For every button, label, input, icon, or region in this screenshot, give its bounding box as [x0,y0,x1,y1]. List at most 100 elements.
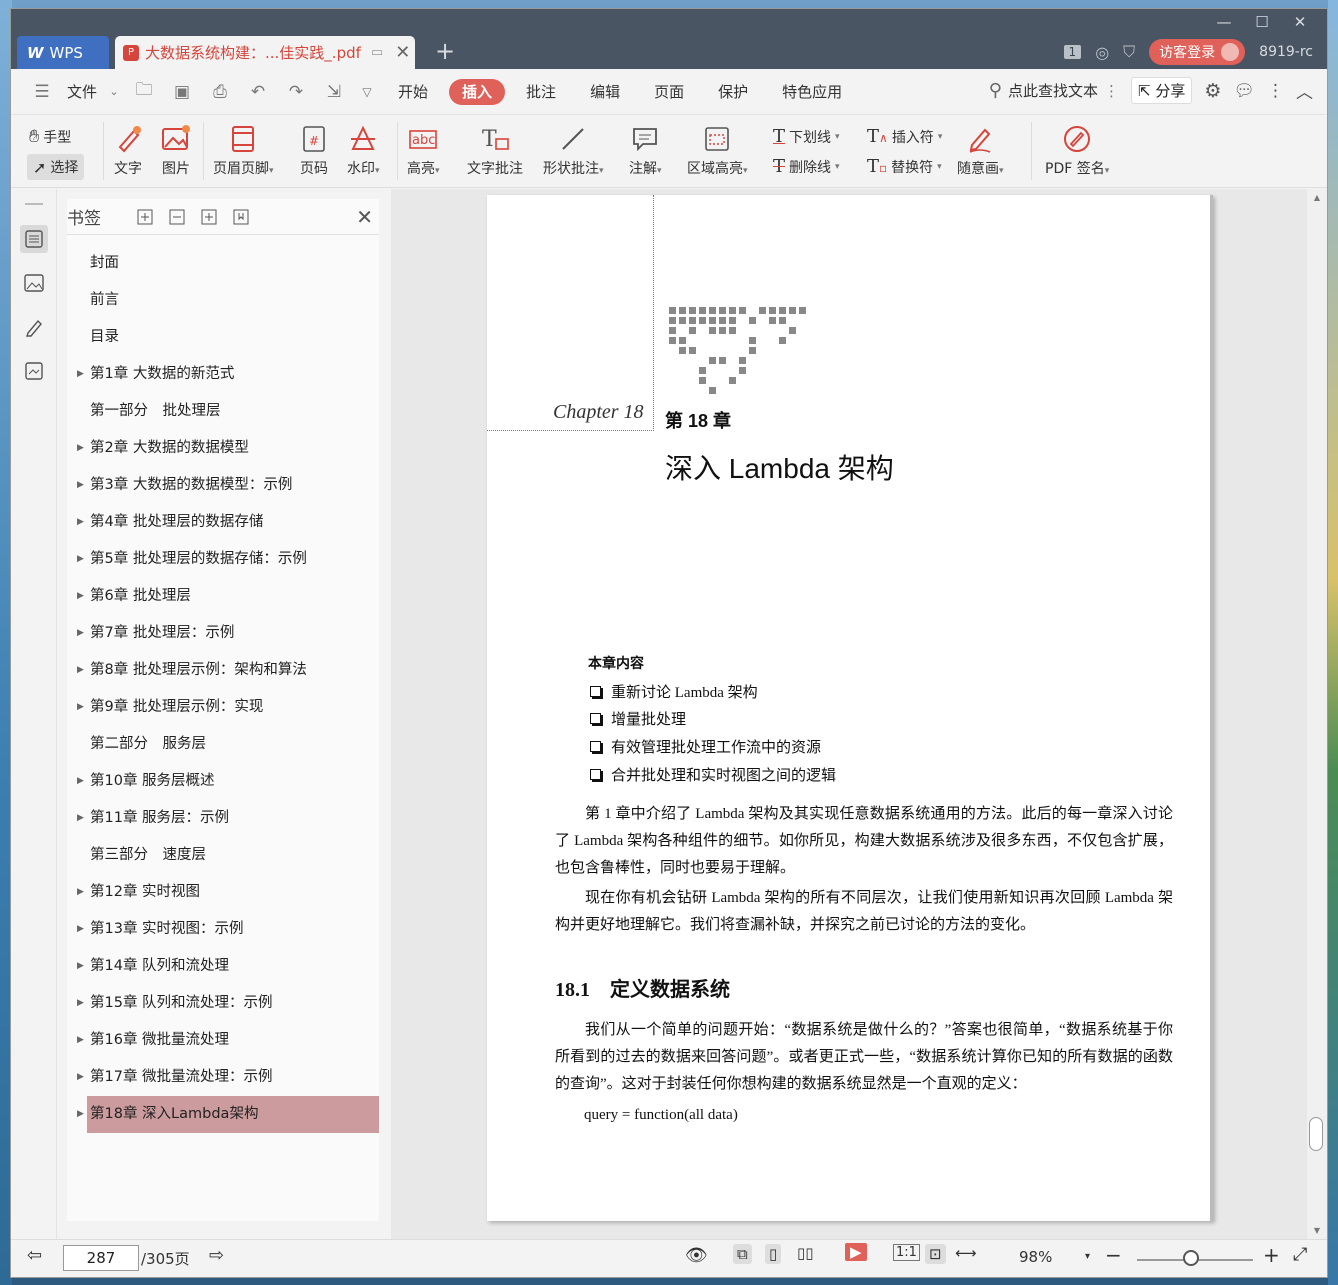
page-number-button[interactable]: # 页码 [299,124,329,178]
expand-arrow-icon[interactable]: ▶ [77,948,84,985]
print-icon[interactable]: ⎙ [205,82,235,102]
annotation-pen-icon[interactable] [20,313,48,341]
expand-arrow-icon[interactable]: ▶ [77,874,84,911]
expand-arrow-icon[interactable]: ▶ [77,911,84,948]
comment-bubble-icon[interactable]: 💬︎ [1233,81,1255,101]
zoom-in-icon[interactable]: + [1263,1243,1280,1267]
header-footer-button[interactable]: 页眉页脚▾ [213,124,274,178]
expand-arrow-icon[interactable]: ▶ [77,689,84,726]
bookmark-item[interactable]: 第三部分 速度层 [67,837,379,874]
window-count-badge[interactable]: 1 [1063,45,1082,59]
bookmark-item[interactable]: 第一部分 批处理层 [67,393,379,430]
bookmark-item[interactable]: ▶ 第11章 服务层：示例 [67,800,379,837]
expand-arrow-icon[interactable]: ▶ [77,430,84,467]
settings-gear-icon[interactable]: ⚙ [1204,80,1221,102]
minimize-button[interactable]: — [1205,11,1243,33]
tab-protect[interactable]: 保护 [705,79,761,105]
share-button[interactable]: ⇱ 分享 [1130,77,1193,104]
bookmark-item[interactable]: ▶ 第7章 批处理层：示例 [67,615,379,652]
shirt-icon[interactable]: ⛉ [1123,42,1135,62]
next-page-icon[interactable]: ⇨ [209,1245,224,1266]
collapse-all-icon[interactable] [161,209,193,225]
previous-page-icon[interactable]: ⇦ [27,1245,42,1266]
expand-arrow-icon[interactable]: ▶ [77,356,84,393]
bookmark-item[interactable]: ▶ 第13章 实时视图：示例 [67,911,379,948]
text-comment-button[interactable]: T 文字批注 [467,124,523,178]
bookmark-item[interactable]: 目录 [67,319,379,356]
bookmark-item[interactable]: ▶ 第10章 服务层概述 [67,763,379,800]
expand-arrow-icon[interactable]: ▶ [77,615,84,652]
export-icon[interactable]: ⇲ [319,82,349,102]
tab-edit[interactable]: 编辑 [577,79,633,105]
bookmark-item[interactable]: ▶ 第8章 批处理层示例：架构和算法 [67,652,379,689]
tab-document[interactable]: P 大数据系统构建：...佳实践_.pdf ▭ ✕ [115,36,415,69]
fullscreen-icon[interactable]: ⤢ [1293,1244,1307,1265]
insert-text-button[interactable]: 文字 [113,124,143,178]
scroll-up-icon[interactable]: ▲ [1307,193,1327,202]
bookmark-item[interactable]: ▶ 第6章 批处理层 [67,578,379,615]
bookmark-item[interactable]: ▶ 第16章 微批量流处理 [67,1022,379,1059]
thumbnail-image-icon[interactable] [20,269,48,297]
expand-arrow-icon[interactable]: ▶ [77,1022,84,1059]
expand-arrow-icon[interactable]: ▶ [77,652,84,689]
expand-all-icon[interactable] [129,209,161,225]
bookmark-item[interactable]: ▶ 第14章 队列和流处理 [67,948,379,985]
strikethrough-button[interactable]: T 删除线 ▾ [773,156,840,177]
bookmark-item[interactable]: ▶ 第18章 深入Lambda架构 [77,1096,379,1133]
undo-icon[interactable]: ↶ [243,82,273,102]
two-page-icon[interactable]: ▯▯ [797,1244,814,1262]
freehand-draw-button[interactable]: 随意画▾ [957,124,1004,178]
hamburger-icon[interactable]: ☰ [27,82,57,102]
vertical-scrollbar[interactable]: ▲ ▼ [1307,189,1327,1239]
bookmark-item[interactable]: 封面 [67,245,379,282]
save-icon[interactable]: ▣ [167,82,197,102]
open-folder-icon[interactable]: 🗀 [129,77,159,106]
bookmark-item[interactable]: ▶ 第1章 大数据的新范式 [67,356,379,393]
underline-button[interactable]: T 下划线 ▾ [773,126,840,147]
play-slideshow-icon[interactable]: ▶ [845,1243,867,1261]
zoom-out-icon[interactable]: − [1105,1243,1122,1267]
more-quick-icon[interactable]: ▽ [357,85,377,99]
fit-page-icon[interactable]: ⊡ [925,1244,946,1264]
bookmark-item[interactable]: ▶ 第17章 微批量流处理：示例 [67,1059,379,1096]
single-page-icon[interactable]: ▯ [765,1244,782,1264]
expand-arrow-icon[interactable]: ▶ [77,467,84,504]
replace-mark-button[interactable]: T▫ 替换符 ▾ [867,156,942,177]
zoom-dropdown-icon[interactable]: ▾ [1085,1251,1090,1262]
bookmark-item[interactable]: ▶ 第9章 批处理层示例：实现 [67,689,379,726]
expand-arrow-icon[interactable]: ▶ [77,985,84,1022]
tab-special[interactable]: 特色应用 [769,79,855,105]
area-highlight-button[interactable]: 区域高亮▾ [687,124,748,178]
scrollbar-thumb[interactable] [1309,1117,1323,1151]
expand-arrow-icon[interactable]: ▶ [77,504,84,541]
expand-arrow-icon[interactable]: ▶ [77,800,84,837]
tab-page[interactable]: 页面 [641,79,697,105]
bookmark-item[interactable]: ▶ 第2章 大数据的数据模型 [67,430,379,467]
file-menu[interactable]: 文件 [65,79,99,105]
redo-icon[interactable]: ↷ [281,82,311,102]
actual-size-icon[interactable]: 1:1 [893,1244,920,1261]
page-number-input[interactable]: 287 [63,1245,139,1271]
page-image-icon[interactable] [20,357,48,385]
close-panel-icon[interactable]: ✕ [356,205,373,229]
more-vertical-icon[interactable]: ⋮ [1267,81,1284,101]
more-dots-icon[interactable]: ⋮ [1104,82,1119,100]
close-window-button[interactable]: ✕ [1281,11,1319,33]
continuous-view-icon[interactable]: ⧉ [733,1244,752,1264]
expand-arrow-icon[interactable]: ▶ [77,578,84,615]
insert-mark-button[interactable]: T∧ 插入符 ▾ [867,126,942,147]
insert-image-button[interactable]: 图片 [161,124,191,178]
watermark-button[interactable]: 水印▾ [347,124,380,178]
new-tab-button[interactable]: + [435,37,455,65]
expand-arrow-icon[interactable]: ▶ [77,541,84,578]
bookmark-item[interactable]: ▶ 第4章 批处理层的数据存储 [67,504,379,541]
bookmark-list-icon[interactable] [19,225,48,253]
add-bookmark-icon[interactable] [193,209,225,225]
bookmark-item[interactable]: 第二部分 服务层 [67,726,379,763]
tab-comment[interactable]: 批注 [513,79,569,105]
close-tab-icon[interactable]: ✕ [395,42,410,63]
chevron-down-icon[interactable]: ⌄ [107,85,121,98]
bookmark-item[interactable]: ▶ 第5章 批处理层的数据存储：示例 [67,541,379,578]
tab-insert[interactable]: 插入 [449,78,506,105]
tab-wps-home[interactable]: W WPS [17,36,109,69]
